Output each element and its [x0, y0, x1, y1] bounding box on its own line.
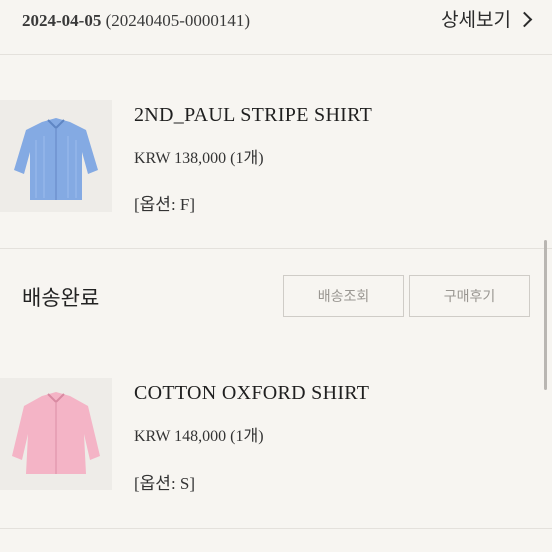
order-date-line: 2024-04-05 (20240405-0000141) — [22, 11, 250, 31]
product-option: [옵션: F] — [134, 195, 196, 214]
product-name[interactable]: COTTON OXFORD SHIRT — [134, 382, 369, 405]
divider — [0, 54, 552, 55]
order-date: 2024-04-05 — [22, 11, 102, 30]
divider — [0, 248, 552, 249]
order-item[interactable]: COTTON OXFORD SHIRT KRW 148,000 (1개) [옵션… — [0, 378, 552, 498]
product-name[interactable]: 2ND_PAUL STRIPE SHIRT — [134, 104, 372, 127]
track-delivery-button[interactable]: 배송조회 — [283, 275, 404, 317]
order-header: 2024-04-05 (20240405-0000141) 상세보기 — [0, 0, 552, 50]
blue-shirt-image[interactable] — [0, 100, 112, 212]
order-item[interactable]: 2ND_PAUL STRIPE SHIRT KRW 138,000 (1개) [… — [0, 98, 552, 218]
order-number: (20240405-0000141) — [105, 11, 251, 30]
shipment-status: 배송완료 — [22, 286, 100, 310]
pink-shirt-image[interactable] — [0, 378, 112, 490]
scrollbar[interactable] — [544, 240, 547, 390]
product-price: KRW 148,000 (1개) — [134, 428, 264, 445]
product-option: [옵션: S] — [134, 474, 196, 493]
write-review-button[interactable]: 구매후기 — [409, 275, 530, 317]
view-details-label: 상세보기 — [441, 9, 511, 31]
product-price: KRW 138,000 (1개) — [134, 150, 264, 167]
view-details-link[interactable]: 상세보기 — [441, 5, 533, 32]
chevron-right-icon — [516, 11, 533, 28]
divider — [0, 528, 552, 529]
